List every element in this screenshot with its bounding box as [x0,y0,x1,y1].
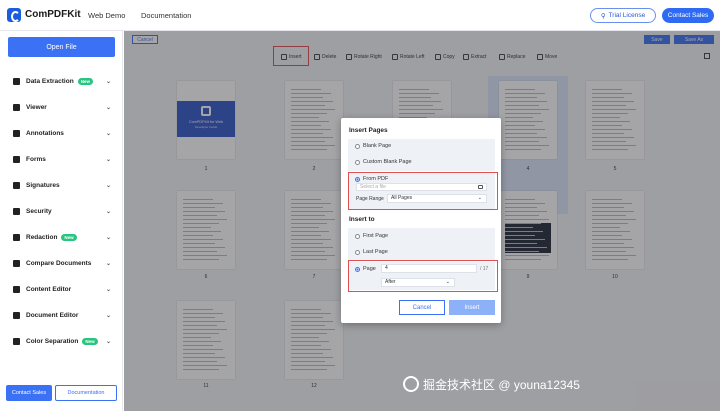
sidebar-item-signatures[interactable]: Signatures ⌄ [13,179,111,191]
page-number-input[interactable]: 4 [381,264,477,273]
radio-label: Last Page [363,249,388,255]
trial-license-label: Trial License [608,12,646,19]
sidebar-item-document-editor[interactable]: Document Editor ⌄ [13,309,111,321]
file-placeholder: Select a file [360,184,386,190]
insert-pages-heading: Insert Pages [349,127,388,134]
watermark: 掘金技术社区 @ youna12345 [403,374,580,394]
document-editor-icon [13,311,20,319]
compdfkit-logo-icon [7,8,21,22]
radio-blank-page[interactable]: Blank Page [355,142,391,150]
nav-web-demo[interactable]: Web Demo [88,11,125,20]
insert-to-heading: Insert to [349,216,375,223]
before-after-select[interactable]: After ⌄ [381,278,455,287]
radio-label: First Page [363,233,389,239]
chevron-down-icon: ⌄ [445,279,450,285]
viewer-icon [13,103,20,111]
sidebar-item-label: Forms [26,155,46,163]
sidebar-item-label: Color Separation [26,337,79,345]
compare-icon [13,259,20,267]
color-separation-icon [13,337,20,345]
radio-circle [355,176,360,182]
sidebar-item-label: Security [26,207,52,215]
forms-icon [13,155,20,163]
new-badge: New [77,77,93,85]
select-file-input[interactable]: Select a file [356,183,487,191]
shield-icon [13,207,20,215]
radio-circle [355,249,360,255]
sidebar-documentation-button[interactable]: Documentation [55,385,117,401]
chevron-down-icon: ⌄ [105,78,111,85]
key-icon: ⚲ [600,12,606,20]
sidebar-item-data-extraction[interactable]: Data Extraction New ⌄ [13,75,111,87]
chevron-down-icon: ⌄ [105,286,111,293]
sidebar-item-label: Signatures [26,181,60,189]
chevron-down-icon: ⌄ [105,130,111,137]
annotation-icon [13,129,20,137]
nav-documentation[interactable]: Documentation [141,11,191,20]
page-total: / 17 [480,266,489,272]
sidebar-item-label: Compare Documents [26,259,92,267]
chevron-down-icon: ⌄ [105,182,111,189]
sidebar-item-label: Annotations [26,129,64,137]
watermark-logo-icon [403,376,419,392]
sidebar-item-redaction[interactable]: Redaction New ⌄ [13,231,111,243]
insert-pages-dialog: Insert Pages Blank Page Custom Blank Pag… [341,118,501,323]
sidebar-item-label: Data Extraction [26,77,74,85]
radio-circle [355,143,360,149]
redaction-icon [13,233,20,241]
position-value: After [385,279,396,285]
radio-label: From PDF [363,176,389,182]
trial-license-button[interactable]: ⚲ Trial License [590,8,656,23]
radio-label: Custom Blank Page [363,159,412,165]
sidebar-item-label: Content Editor [26,285,72,293]
sidebar-item-security[interactable]: Security ⌄ [13,205,111,217]
watermark-text: 掘金技术社区 @ youna12345 [423,377,580,392]
open-file-button[interactable]: Open File [8,37,115,57]
chevron-down-icon: ⌄ [105,260,111,267]
radio-first-page[interactable]: First Page [355,232,388,240]
radio-custom-blank-page[interactable]: Custom Blank Page [355,158,412,166]
logo-text: ComPDFKit [25,9,81,20]
chevron-down-icon: ⌄ [105,156,111,163]
contact-sales-button[interactable]: Contact Sales [662,8,714,23]
radio-circle [355,266,360,272]
sidebar: Open File Data Extraction New ⌄ Viewer ⌄… [0,31,123,411]
sidebar-item-forms[interactable]: Forms ⌄ [13,153,111,165]
top-navigation-bar: ComPDFKit Web Demo Documentation ⚲ Trial… [0,0,720,31]
chevron-down-icon: ⌄ [477,195,482,201]
sidebar-item-label: Redaction [26,233,58,241]
chevron-down-icon: ⌄ [105,104,111,111]
new-badge: New [61,233,77,241]
new-badge: New [82,337,98,345]
page-range-value: All Pages [391,195,413,201]
radio-last-page[interactable]: Last Page [355,248,388,256]
sidebar-item-content-editor[interactable]: Content Editor ⌄ [13,283,111,295]
dialog-cancel-button[interactable]: Cancel [399,300,445,315]
content-editor-icon [13,285,20,293]
chevron-down-icon: ⌄ [105,338,111,345]
radio-label: Page [363,266,376,272]
chevron-down-icon: ⌄ [105,312,111,319]
sidebar-item-compare-documents[interactable]: Compare Documents ⌄ [13,257,111,269]
signature-icon [13,181,20,189]
page-range-label: Page Range [356,196,384,202]
radio-circle [355,159,360,165]
page-range-select[interactable]: All Pages ⌄ [387,194,487,203]
sidebar-item-label: Document Editor [26,311,79,319]
sidebar-item-viewer[interactable]: Viewer ⌄ [13,101,111,113]
folder-icon[interactable] [478,185,483,189]
sidebar-item-annotations[interactable]: Annotations ⌄ [13,127,111,139]
sidebar-item-color-separation[interactable]: Color Separation New ⌄ [13,335,111,347]
dialog-insert-button[interactable]: Insert [449,300,495,315]
data-extraction-icon [13,77,20,85]
chevron-down-icon: ⌄ [105,208,111,215]
radio-from-pdf[interactable]: From PDF [355,175,388,183]
sidebar-item-label: Viewer [26,103,47,111]
radio-circle [355,233,360,239]
radio-label: Blank Page [363,143,392,149]
sidebar-contact-sales-button[interactable]: Contact Sales [6,385,52,401]
chevron-down-icon: ⌄ [105,234,111,241]
radio-page[interactable]: Page [355,265,376,273]
